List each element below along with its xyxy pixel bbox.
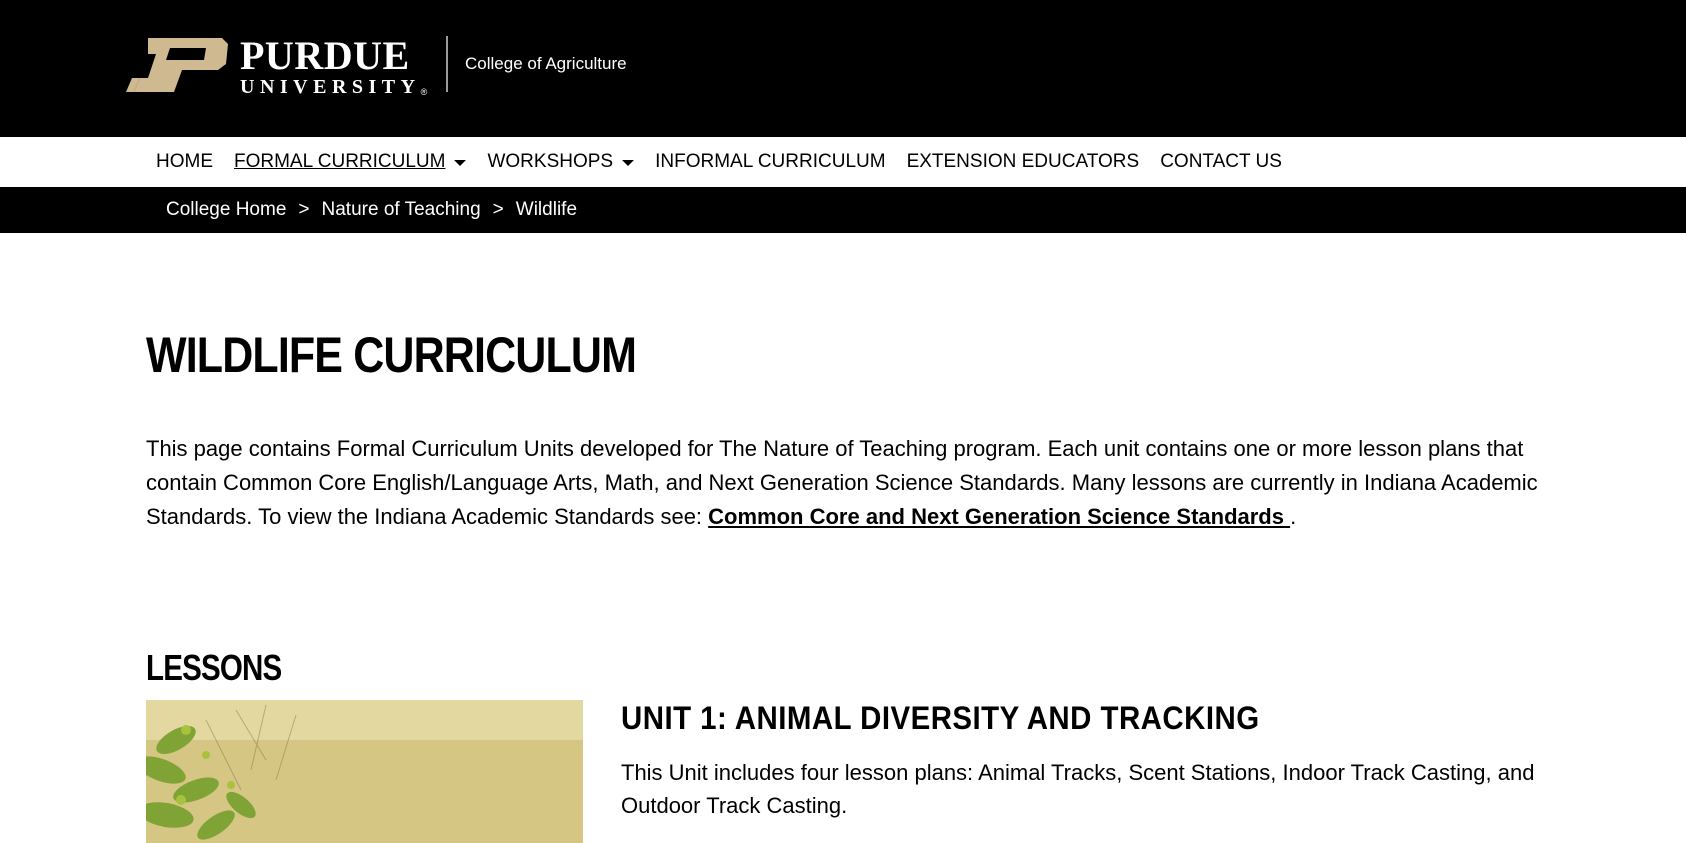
breadcrumb-separator: > xyxy=(298,199,310,220)
breadcrumb: College Home > Nature of Teaching > Wild… xyxy=(0,187,1686,233)
nav-item-home[interactable]: HOME xyxy=(156,151,213,173)
university-name: PURDUE xyxy=(240,33,410,78)
unit-1-image[interactable] xyxy=(146,700,583,843)
standards-link[interactable]: Common Core and Next Generation Science … xyxy=(708,504,1290,529)
page-title: WILDLIFE CURRICULUM xyxy=(146,327,637,383)
breadcrumb-current: Wildlife xyxy=(515,199,578,220)
breadcrumb-college-home[interactable]: College Home xyxy=(166,199,286,221)
header-divider xyxy=(446,36,448,92)
nav-item-contact-us[interactable]: CONTACT US xyxy=(1160,151,1282,173)
prairie-plants-image xyxy=(146,700,583,843)
nav-list: HOME FORMAL CURRICULUM WORKSHOPS INFORMA… xyxy=(156,137,1303,187)
purdue-logo[interactable] xyxy=(126,35,230,95)
breadcrumb-nature-of-teaching[interactable]: Nature of Teaching xyxy=(322,199,481,221)
unit-1-description: This Unit includes four lesson plans: An… xyxy=(621,760,1535,818)
unit-1-title[interactable]: UNIT 1: ANIMAL DIVERSITY AND TRACKING xyxy=(621,700,1260,737)
intro-end: . xyxy=(1290,504,1297,529)
chevron-down-icon xyxy=(622,160,635,166)
purdue-p-logo-icon xyxy=(126,38,228,92)
nav-item-workshops[interactable]: WORKSHOPS xyxy=(487,151,635,173)
university-sub: UNIVERSITY® xyxy=(240,76,428,98)
intro-paragraph: This page contains Formal Curriculum Uni… xyxy=(146,432,1546,534)
chevron-down-icon xyxy=(454,160,467,166)
nav-item-informal-curriculum[interactable]: INFORMAL CURRICULUM xyxy=(655,151,885,173)
main-nav: HOME FORMAL CURRICULUM WORKSHOPS INFORMA… xyxy=(0,137,1686,187)
purdue-wordmark: PURDUE UNIVERSITY® xyxy=(240,33,428,98)
breadcrumb-separator: > xyxy=(492,199,504,220)
nav-item-extension-educators[interactable]: EXTENSION EDUCATORS xyxy=(907,151,1140,173)
nav-item-formal-curriculum[interactable]: FORMAL CURRICULUM xyxy=(234,151,467,173)
site-header: PURDUE UNIVERSITY® College of Agricultur… xyxy=(0,0,1686,137)
lessons-heading: LESSONS xyxy=(146,647,282,688)
college-name[interactable]: College of Agriculture xyxy=(465,54,627,74)
